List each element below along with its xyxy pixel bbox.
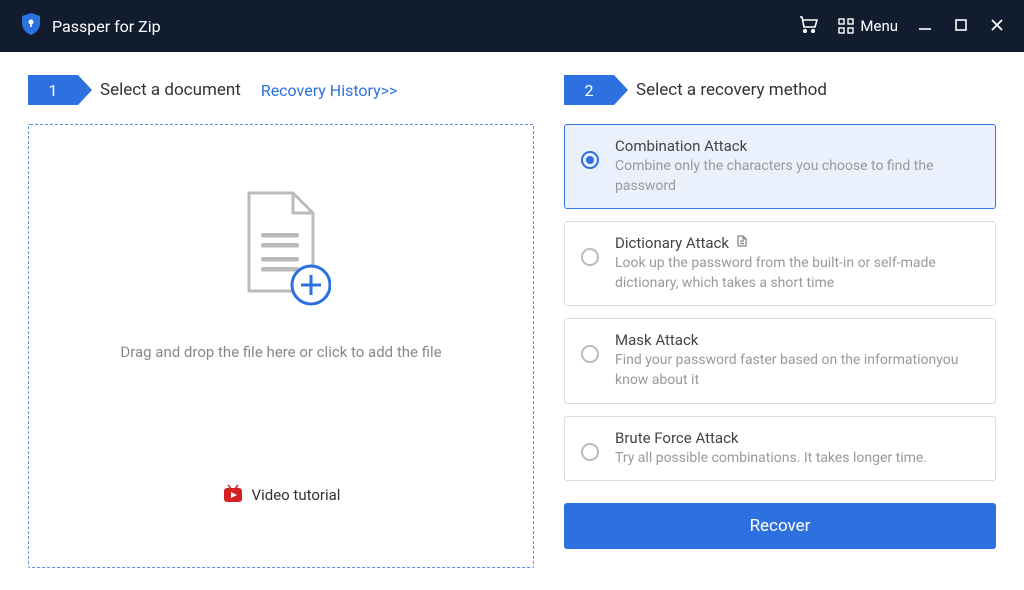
left-panel: 1 Select a document Recovery History>> D… — [28, 74, 534, 568]
document-add-icon — [231, 185, 331, 319]
method-desc: Look up the password from the built-in o… — [615, 254, 979, 293]
method-brute-force-attack[interactable]: Brute Force Attack Try all possible comb… — [564, 416, 996, 482]
shield-icon — [20, 12, 42, 40]
step2-label: Select a recovery method — [636, 80, 827, 100]
method-desc: Try all possible combinations. It takes … — [615, 449, 979, 469]
titlebar: Passper for Zip Menu — [0, 0, 1024, 52]
video-tutorial-label: Video tutorial — [252, 486, 341, 504]
recover-button[interactable]: Recover — [564, 503, 996, 549]
recovery-history-link[interactable]: Recovery History>> — [261, 81, 398, 100]
radio-icon — [581, 345, 599, 363]
titlebar-left: Passper for Zip — [20, 12, 161, 40]
dropzone-text: Drag and drop the file here or click to … — [120, 343, 441, 361]
content: 1 Select a document Recovery History>> D… — [0, 52, 1024, 590]
app-title: Passper for Zip — [52, 17, 161, 36]
dictionary-file-icon — [735, 234, 749, 252]
radio-icon — [581, 151, 599, 169]
titlebar-right: Menu — [798, 15, 1004, 37]
menu-button[interactable]: Menu — [838, 17, 898, 35]
maximize-icon[interactable] — [954, 17, 968, 36]
menu-label: Menu — [860, 17, 898, 35]
step2-header: 2 Select a recovery method — [564, 74, 996, 106]
right-panel: 2 Select a recovery method Combination A… — [564, 74, 996, 568]
file-dropzone[interactable]: Drag and drop the file here or click to … — [28, 124, 534, 568]
step2-badge: 2 — [564, 75, 614, 105]
method-mask-attack[interactable]: Mask Attack Find your password faster ba… — [564, 318, 996, 403]
method-title: Dictionary Attack — [615, 234, 979, 252]
method-title: Brute Force Attack — [615, 429, 979, 447]
methods-list: Combination Attack Combine only the char… — [564, 124, 996, 481]
method-desc: Find your password faster based on the i… — [615, 351, 979, 390]
step1-header: 1 Select a document Recovery History>> — [28, 74, 534, 106]
method-dictionary-attack[interactable]: Dictionary Attack Look up the password f… — [564, 221, 996, 306]
radio-icon — [581, 443, 599, 461]
step1-label: Select a document — [100, 80, 241, 100]
video-icon — [222, 483, 244, 507]
minimize-icon[interactable] — [918, 17, 932, 36]
method-title: Mask Attack — [615, 331, 979, 349]
close-icon[interactable] — [990, 17, 1004, 36]
radio-icon — [581, 248, 599, 266]
menu-grid-icon — [838, 18, 854, 34]
method-title: Combination Attack — [615, 137, 979, 155]
step1-badge: 1 — [28, 75, 78, 105]
method-combination-attack[interactable]: Combination Attack Combine only the char… — [564, 124, 996, 209]
video-tutorial-link[interactable]: Video tutorial — [222, 483, 341, 507]
cart-icon[interactable] — [798, 15, 818, 37]
method-desc: Combine only the characters you choose t… — [615, 157, 979, 196]
